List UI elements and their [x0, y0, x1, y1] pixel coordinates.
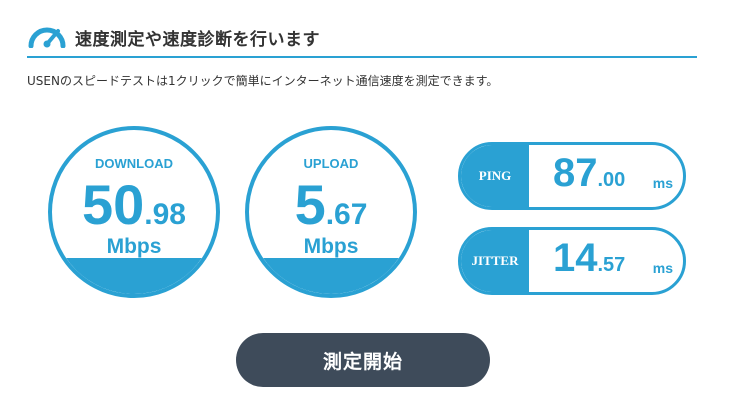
- description-text: USENのスピードテストは1クリックで簡単にインターネット通信速度を測定できます…: [27, 74, 499, 88]
- ping-label: PING: [461, 145, 529, 207]
- ping-value: 87.00: [553, 151, 625, 196]
- upload-gauge-fill: [249, 258, 413, 294]
- upload-value-dec: .67: [325, 198, 368, 231]
- header-divider: [27, 56, 697, 58]
- download-value: 50.98: [52, 172, 216, 237]
- download-gauge: DOWNLOAD 50.98 Mbps: [48, 126, 220, 298]
- upload-value: 5.67: [249, 172, 413, 237]
- download-unit: Mbps: [106, 235, 162, 258]
- upload-gauge: UPLOAD 5.67 Mbps: [245, 126, 417, 298]
- ping-panel: PING 87.00 ms: [458, 142, 686, 210]
- upload-unit: Mbps: [303, 235, 359, 258]
- download-value-dec: .98: [144, 198, 186, 231]
- upload-label: UPLOAD: [303, 156, 359, 171]
- jitter-value-int: 14: [553, 236, 598, 280]
- ping-value-dec: .00: [597, 169, 626, 191]
- page-title: 速度測定や速度診断を行います: [75, 30, 320, 50]
- ping-unit: ms: [652, 175, 673, 191]
- jitter-unit: ms: [652, 260, 673, 276]
- jitter-label: JITTER: [461, 230, 529, 292]
- header: 速度測定や速度診断を行います: [27, 18, 697, 58]
- start-measurement-button[interactable]: 測定開始: [236, 333, 490, 387]
- jitter-panel: JITTER 14.57 ms: [458, 227, 686, 295]
- download-label: DOWNLOAD: [95, 156, 173, 171]
- speedometer-icon: [28, 27, 66, 48]
- jitter-value: 14.57: [553, 236, 625, 281]
- jitter-value-dec: .57: [597, 254, 626, 276]
- download-value-int: 50: [81, 173, 145, 236]
- upload-value-int: 5: [294, 173, 326, 236]
- ping-value-int: 87: [553, 151, 598, 195]
- download-gauge-fill: [52, 258, 216, 294]
